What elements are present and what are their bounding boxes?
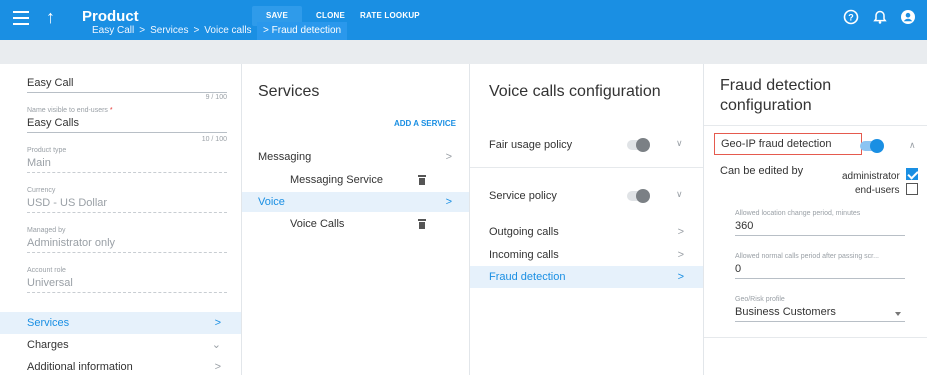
end-users-checkbox[interactable]	[906, 183, 918, 195]
chevron-right-icon: >	[445, 151, 452, 163]
visible-name-label: Name visible to end-users *	[27, 107, 113, 114]
geo-risk-profile-select[interactable]: Geo/Risk profile Business Customers	[735, 295, 905, 322]
rate-lookup-button[interactable]: RATE LOOKUP	[360, 9, 420, 23]
name-char-count: 9 / 100	[205, 94, 227, 101]
currency-field: Currency USD - US Dollar	[27, 186, 227, 213]
product-type-field: Product type Main	[27, 146, 227, 173]
outgoing-calls-row[interactable]: Outgoing calls >	[470, 221, 704, 243]
can-be-edited-label: Can be edited by	[720, 165, 804, 177]
fair-usage-toggle[interactable]	[627, 138, 650, 152]
location-change-period-field[interactable]: Allowed location change period, minutes …	[735, 209, 905, 236]
fraud-config-title: Fraud detection configuration	[720, 77, 832, 114]
geo-ip-fraud-detection-row[interactable]: Geo-IP fraud detection	[714, 133, 862, 155]
chevron-down-icon: ⌄	[211, 339, 221, 351]
dropdown-caret-icon[interactable]	[895, 312, 901, 316]
nav-item-services[interactable]: Services >	[0, 312, 241, 334]
chevron-up-icon[interactable]: ∧	[909, 140, 916, 151]
bell-icon[interactable]	[872, 9, 888, 25]
services-title: Services	[258, 83, 320, 100]
visible-name-field[interactable]: Name visible to end-users * Easy Calls 1…	[27, 106, 227, 143]
divider	[470, 167, 704, 168]
top-app-bar: ↑ Product SAVE CLONE RATE LOOKUP ? Easy …	[0, 0, 927, 40]
voice-config-panel: Voice calls configuration Fair usage pol…	[469, 64, 704, 375]
service-group-messaging[interactable]: Messaging >	[242, 147, 470, 167]
visible-name-value[interactable]: Easy Calls	[27, 116, 227, 133]
service-group-voice[interactable]: Voice >	[242, 192, 470, 212]
menu-icon[interactable]	[13, 11, 29, 25]
account-role-field: Account role Universal	[27, 266, 227, 293]
normal-calls-period-field[interactable]: Allowed normal calls period after passin…	[735, 252, 905, 279]
clone-button[interactable]: CLONE	[316, 9, 345, 23]
chevron-right-icon: >	[445, 196, 452, 208]
end-users-label: end-users	[855, 185, 900, 196]
voice-config-title: Voice calls configuration	[489, 83, 661, 100]
svg-text:?: ?	[848, 13, 854, 23]
services-panel: Services ADD A SERVICE Messaging > Messag…	[241, 64, 470, 375]
name-value[interactable]: Easy Call	[27, 76, 227, 93]
fair-usage-policy-row[interactable]: Fair usage policy	[470, 134, 704, 156]
breadcrumb-item-current: > Fraud detection	[257, 22, 348, 40]
incoming-calls-row[interactable]: Incoming calls >	[470, 244, 704, 266]
geo-ip-toggle[interactable]	[860, 139, 884, 153]
chevron-right-icon: >	[677, 226, 684, 238]
chevron-right-icon: >	[677, 249, 684, 261]
chevron-right-icon: >	[214, 361, 221, 373]
arrow-up-icon[interactable]: ↑	[46, 6, 55, 28]
help-icon[interactable]: ?	[843, 9, 859, 25]
name-field[interactable]: Easy Call 9 / 100	[27, 76, 227, 101]
fraud-detection-row[interactable]: Fraud detection >	[470, 266, 704, 288]
fraud-config-panel: Fraud detection configuration Geo-IP fra…	[703, 64, 927, 375]
divider	[704, 337, 927, 338]
account-icon[interactable]	[900, 9, 916, 25]
breadcrumb-item[interactable]: Voice calls	[204, 25, 251, 36]
product-general-panel: Easy Call 9 / 100 Name visible to end-us…	[0, 64, 241, 375]
chevron-down-icon[interactable]: ∨	[676, 189, 683, 200]
service-item-messaging-service[interactable]: Messaging Service	[242, 170, 470, 190]
managed-by-field: Managed by Administrator only	[27, 226, 227, 253]
chevron-right-icon: >	[214, 317, 221, 329]
nav-item-charges[interactable]: Charges ⌄	[0, 334, 241, 356]
service-policy-toggle[interactable]	[627, 189, 650, 203]
service-item-voice-calls[interactable]: Voice Calls	[242, 214, 470, 234]
service-policy-row[interactable]: Service policy	[470, 185, 704, 207]
trash-icon[interactable]	[418, 219, 426, 229]
chevron-down-icon[interactable]: ∨	[676, 138, 683, 149]
breadcrumb-item[interactable]: Easy Call	[92, 25, 134, 36]
trash-icon[interactable]	[418, 175, 426, 185]
chevron-right-icon: >	[677, 271, 684, 283]
breadcrumb: Easy Call > Services > Voice calls > Fraud d…	[92, 22, 348, 40]
breadcrumb-item[interactable]: Services	[150, 25, 188, 36]
divider	[704, 125, 927, 126]
administrator-label: administrator	[842, 171, 900, 182]
add-service-button[interactable]: ADD A SERVICE	[394, 119, 456, 128]
nav-item-additional-information[interactable]: Additional information >	[0, 356, 241, 375]
visible-name-char-count: 10 / 100	[201, 136, 227, 143]
administrator-checkbox[interactable]	[906, 168, 918, 180]
